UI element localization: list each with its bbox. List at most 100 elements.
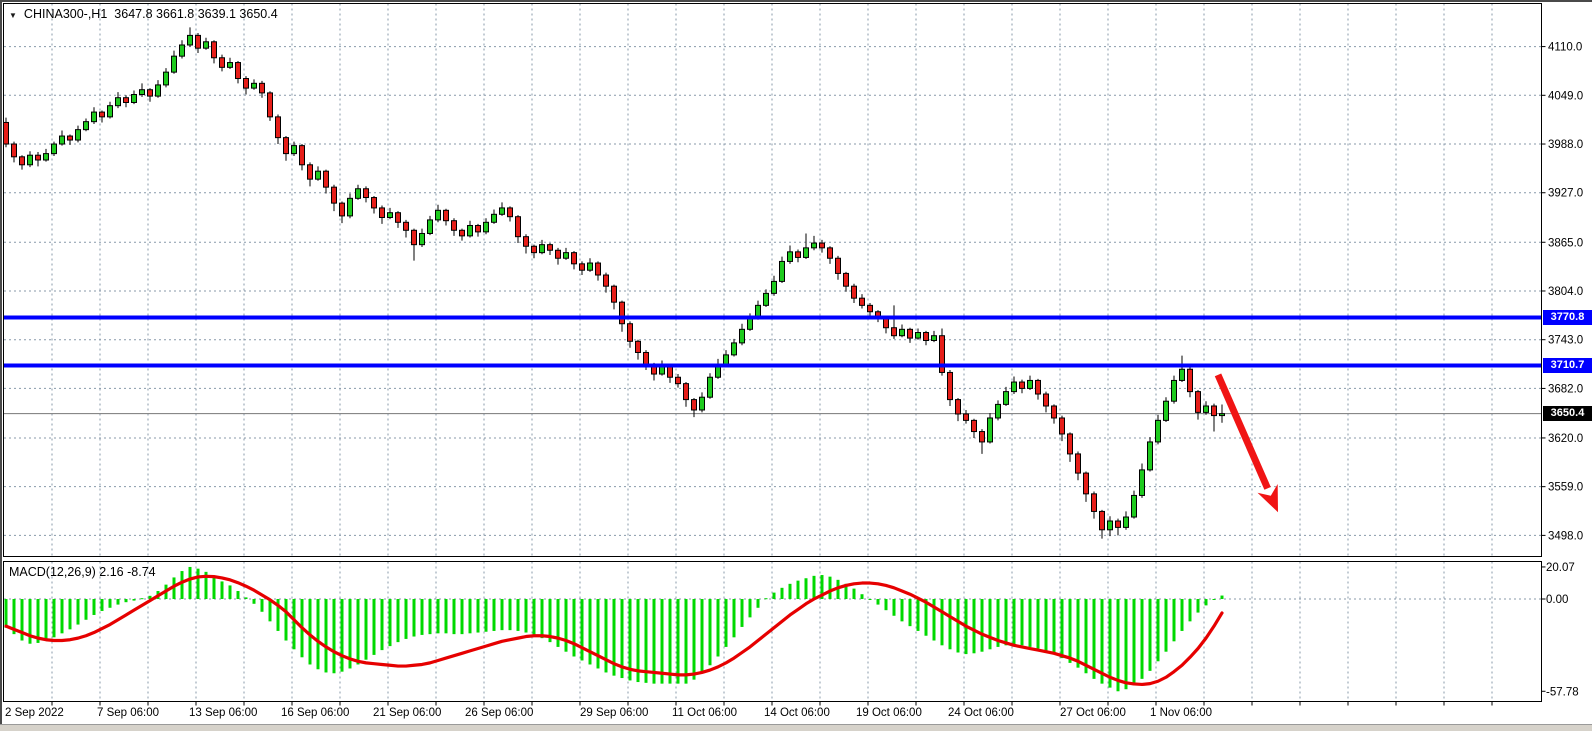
- macd-axis-label: 0.00: [1546, 594, 1568, 606]
- time-axis: 2 Sep 20227 Sep 06:0013 Sep 06:0016 Sep …: [5, 702, 1492, 720]
- candle: [20, 157, 25, 165]
- candle: [1100, 511, 1105, 529]
- candle: [60, 136, 65, 144]
- chart-header: ▼ CHINA300-,H1 3647.8 3661.8 3639.1 3650…: [9, 7, 278, 21]
- candle: [1124, 517, 1129, 527]
- chart-window: 4110.04049.03988.03927.03865.03804.03743…: [0, 0, 1592, 730]
- candle: [476, 225, 481, 231]
- price-axis-label: 3865.0: [1548, 237, 1583, 249]
- price-axis-label: 3743.0: [1548, 335, 1583, 347]
- candle: [196, 35, 201, 48]
- candles-layer: [4, 27, 1225, 538]
- time-axis-label: 2 Sep 2022: [5, 707, 64, 719]
- candle: [116, 98, 121, 106]
- candle: [292, 146, 297, 154]
- candle: [996, 404, 1001, 418]
- candle: [548, 245, 553, 251]
- candle: [964, 414, 969, 420]
- dropdown-icon[interactable]: ▼: [9, 11, 17, 20]
- candle: [1060, 418, 1065, 434]
- candle: [140, 90, 145, 95]
- candle: [92, 112, 97, 122]
- macd-axis-label: -57.78: [1546, 686, 1579, 698]
- candle: [396, 213, 401, 223]
- candle: [468, 225, 473, 235]
- candle: [780, 261, 785, 281]
- macd-axis: 20.07 0.00 -57.78: [1542, 562, 1579, 698]
- candle: [348, 198, 353, 216]
- candle: [596, 263, 601, 275]
- candle: [84, 122, 89, 130]
- candle: [420, 233, 425, 244]
- candle: [524, 237, 529, 247]
- candle: [28, 155, 33, 165]
- time-axis-label: 21 Sep 06:00: [373, 707, 441, 719]
- candle: [308, 165, 313, 179]
- candle: [844, 273, 849, 286]
- time-axis-label: 19 Oct 06:00: [856, 707, 922, 719]
- candle: [44, 154, 49, 160]
- candle: [1164, 401, 1169, 420]
- candle: [540, 245, 545, 253]
- candle: [1076, 454, 1081, 473]
- candle: [268, 93, 273, 117]
- candle: [68, 136, 73, 140]
- macd-axis-label: 20.07: [1546, 562, 1575, 574]
- candle: [1196, 392, 1201, 413]
- price-axis-label: 3682.0: [1548, 383, 1583, 395]
- price-tag-resistance: 3770.8: [1543, 310, 1592, 325]
- candle: [1108, 521, 1113, 530]
- candle: [508, 208, 513, 217]
- candle: [1212, 406, 1217, 416]
- candle: [1204, 406, 1209, 412]
- candle: [100, 112, 105, 117]
- candle: [372, 198, 377, 208]
- time-axis-label: 16 Sep 06:00: [281, 707, 349, 719]
- candle: [900, 329, 905, 335]
- candle: [572, 253, 577, 264]
- candle: [4, 122, 9, 144]
- trend-arrow[interactable]: [1218, 375, 1278, 512]
- candle: [636, 341, 641, 352]
- candle: [180, 45, 185, 56]
- candle: [52, 144, 57, 154]
- price-tag-support: 3710.7: [1543, 358, 1592, 373]
- candle: [452, 221, 457, 231]
- time-axis-label: 11 Oct 06:00: [672, 707, 737, 719]
- candle: [676, 377, 681, 383]
- candle: [484, 222, 489, 232]
- candle: [972, 420, 977, 431]
- price-tag-current: 3650.4: [1543, 406, 1592, 421]
- candle: [1220, 414, 1225, 416]
- price-axis-label: 3988.0: [1548, 139, 1583, 151]
- price-axis: 4110.04049.03988.03927.03865.03804.03743…: [1542, 42, 1584, 543]
- candle: [580, 264, 585, 270]
- support-resistance-lines[interactable]: [4, 318, 1542, 366]
- candle: [828, 248, 833, 258]
- candle: [852, 286, 857, 298]
- candle: [764, 293, 769, 305]
- candle: [148, 90, 153, 96]
- chart-canvas[interactable]: 4110.04049.03988.03927.03865.03804.03743…: [0, 0, 1592, 730]
- candle: [812, 243, 817, 248]
- price-axis-label: 3559.0: [1548, 482, 1583, 494]
- price-axis-label: 3498.0: [1548, 530, 1583, 542]
- candle: [932, 336, 937, 341]
- time-axis-label: 24 Oct 06:00: [948, 707, 1014, 719]
- candle: [436, 210, 441, 220]
- price-axis-label: 4049.0: [1548, 90, 1583, 102]
- candle: [724, 355, 729, 365]
- time-axis-label: 14 Oct 06:00: [764, 707, 830, 719]
- candle: [316, 171, 321, 179]
- candle: [684, 384, 689, 400]
- candle: [516, 217, 521, 237]
- candle: [1180, 369, 1185, 380]
- symbol-period-label: CHINA300-,H1: [24, 7, 107, 21]
- candle: [860, 298, 865, 305]
- grid-layer-main: [4, 4, 1542, 557]
- candle: [260, 83, 265, 93]
- candle: [36, 155, 41, 160]
- time-axis-label: 27 Oct 06:00: [1060, 707, 1126, 719]
- candle: [916, 333, 921, 339]
- candle: [556, 250, 561, 258]
